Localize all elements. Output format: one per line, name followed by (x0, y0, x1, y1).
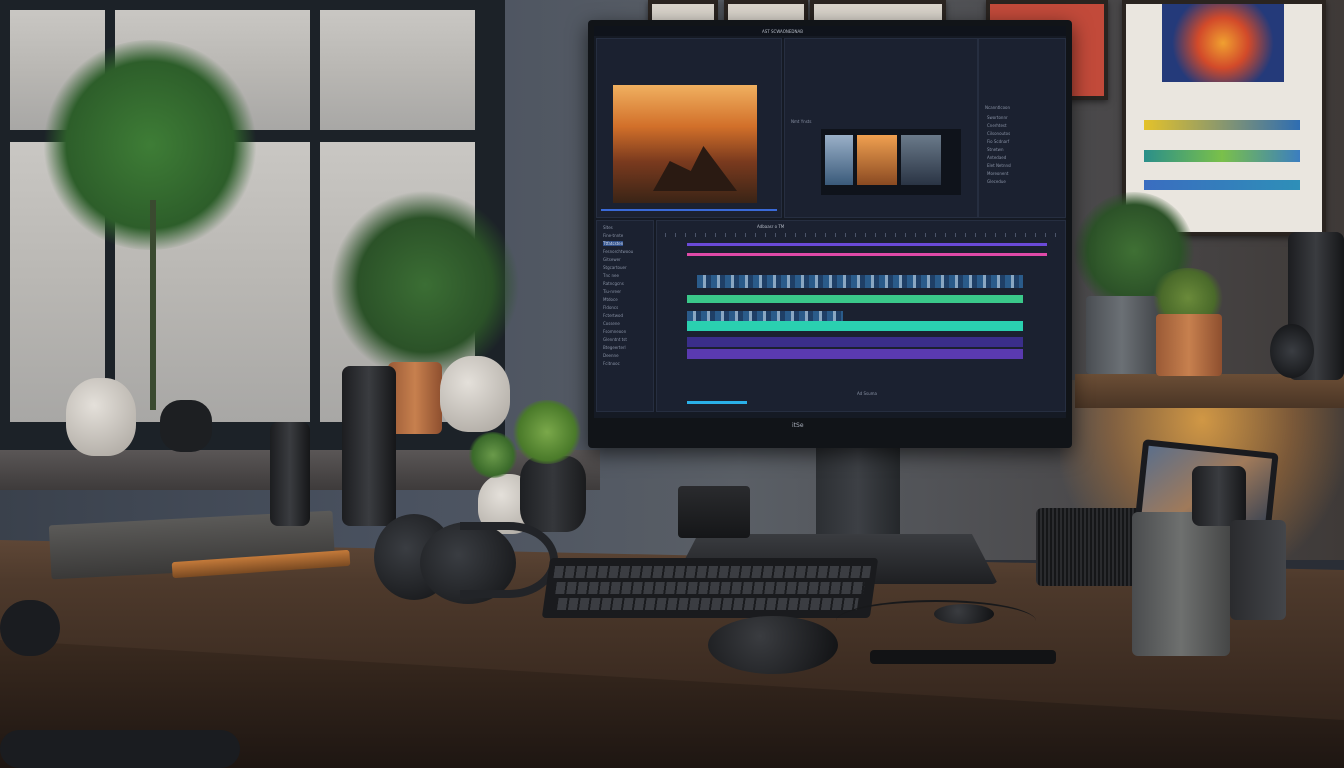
track-pink[interactable] (687, 253, 1047, 256)
stylus (870, 650, 1056, 664)
sidebar-item[interactable]: Deenne (603, 353, 619, 358)
sidebar-item[interactable]: Fctertwod (603, 313, 623, 318)
camera-gimbal (270, 422, 310, 526)
audio-track-1[interactable] (687, 295, 1023, 303)
thermos (342, 366, 396, 526)
media-item[interactable]: Antedaed (987, 155, 1006, 160)
desk-box (678, 486, 750, 538)
plant-stem (150, 200, 156, 410)
chair-arm (0, 600, 60, 656)
media-item[interactable]: Glecedue (987, 179, 1006, 184)
poster-image (1162, 4, 1284, 82)
sidebar-item[interactable]: Fesnorchtwoou (603, 249, 633, 254)
video-track-1[interactable] (697, 275, 1023, 288)
track-purple[interactable] (687, 243, 1047, 246)
preview-frame (613, 85, 757, 203)
media-title: Ncanntlcoon (985, 105, 1011, 110)
sidebar-item[interactable]: Glenntnt tst (603, 337, 627, 342)
sidebar-item[interactable]: Fine-tnnte (603, 233, 623, 238)
spiky-plant (512, 400, 582, 464)
clip-grid (821, 129, 961, 195)
window-plant (330, 190, 520, 380)
media-item[interactable]: Cnerhtest (987, 123, 1007, 128)
audio-track-2[interactable] (687, 321, 1023, 331)
timeline-panel[interactable]: Adbaasr o TM Ad Ssuma (656, 220, 1066, 412)
media-item[interactable]: Elet Netnnsl (987, 163, 1011, 168)
media-item[interactable]: Cilsonoutos (987, 131, 1010, 136)
media-panel: Ncanntlcoon Swortonnr Cnerhtest Cilsonou… (978, 38, 1066, 218)
project-sidebar: Sltes Fine-tnnte Ttfatcsten Fesnorchtwoo… (596, 220, 654, 412)
mouse-cable (836, 600, 1036, 642)
sidebar-item[interactable]: Tnc nee (603, 273, 619, 278)
poster-stripe (1144, 150, 1300, 162)
scrubber[interactable] (601, 209, 777, 211)
poster-stripe (1144, 120, 1300, 130)
source-panel: Nmt Ynsts (784, 38, 978, 218)
sidebar-item-selected[interactable]: Ttfatcsten (603, 241, 624, 246)
mouse[interactable] (708, 616, 838, 674)
audio-track-3[interactable] (687, 337, 1023, 347)
device-stand (1230, 520, 1286, 620)
sidebar-item[interactable]: Btegeerterl (603, 345, 626, 350)
panel-title: Nmt Ynsts (791, 119, 812, 124)
media-item[interactable]: Stnetwn (987, 147, 1003, 152)
white-vase (66, 378, 136, 456)
desk-scene: itSe AST SCWAONEDNAB Nmt Ynsts Ncanntlco… (0, 0, 1344, 768)
white-pot (440, 356, 510, 432)
sidebar-item[interactable]: Stgcartouer (603, 265, 627, 270)
clip-thumb[interactable] (825, 135, 853, 185)
clip-thumb[interactable] (901, 135, 941, 185)
sidebar-item[interactable]: Mtdoce (603, 297, 618, 302)
sidebar-item[interactable]: Fcitnooc (603, 361, 620, 366)
audio-track-4[interactable] (687, 349, 1023, 359)
progress-bar[interactable] (687, 401, 747, 404)
key-row[interactable] (556, 598, 859, 610)
timeline-footer: Ad Ssuma (857, 391, 877, 396)
rock-silhouette (653, 146, 737, 191)
key-row[interactable] (555, 582, 865, 594)
title-bar: AST SCWAONEDNAB (594, 26, 1066, 36)
timeline-title: Adbaasr o TM (757, 224, 785, 229)
media-item[interactable]: Swortonnr (987, 115, 1008, 120)
sidebar-item[interactable]: Cossene (603, 321, 620, 326)
terracotta-pot (388, 362, 442, 434)
chair-seat (0, 730, 240, 768)
orange-pot (1156, 314, 1222, 376)
sidebar-item[interactable]: Tiu-nreer (603, 289, 621, 294)
sidebar-item[interactable]: Gitsewer (603, 257, 621, 262)
editor-screen[interactable]: AST SCWAONEDNAB Nmt Ynsts Ncanntlcoon Sw… (594, 26, 1066, 418)
small-mouse (934, 604, 994, 624)
speaker (1036, 508, 1146, 586)
poster-stripe (1144, 180, 1300, 190)
sidebar-item[interactable]: Fldoncs (603, 305, 618, 310)
lens-cap (1270, 324, 1314, 378)
black-pot (160, 400, 212, 452)
clip-thumb[interactable] (857, 135, 897, 185)
app-title: AST SCWAONEDNAB (762, 29, 803, 34)
black-pot-desk (520, 456, 586, 532)
media-item[interactable]: Fio Scdnarf (987, 139, 1009, 144)
sidebar-item[interactable]: Ratncgcns (603, 281, 624, 286)
key-row[interactable] (553, 566, 872, 578)
monitor-brand: itSe (792, 422, 804, 429)
grey-pot (1086, 296, 1158, 374)
headphone-band (460, 522, 558, 598)
sidebar-item[interactable]: Sltes (603, 225, 613, 230)
keyboard[interactable] (541, 558, 879, 618)
pen-holder (1132, 512, 1230, 656)
sidebar-item[interactable]: Fsomneoon (603, 329, 626, 334)
camera-body (1192, 466, 1246, 526)
succulent-plant (468, 432, 518, 478)
media-item[interactable]: Moreonent (987, 171, 1008, 176)
viewer-panel (596, 38, 782, 218)
window-pane (320, 10, 475, 130)
time-ruler[interactable] (665, 233, 1061, 237)
